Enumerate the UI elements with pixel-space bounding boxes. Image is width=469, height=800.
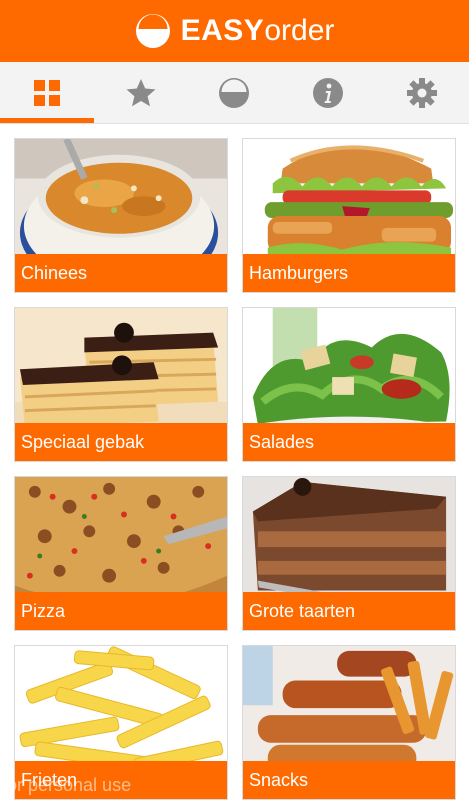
category-label: Pizza — [15, 592, 227, 630]
grid-icon — [33, 79, 60, 106]
category-tile-hamburgers[interactable]: Hamburgers — [242, 138, 456, 293]
info-icon — [313, 77, 344, 108]
tab-settings[interactable] — [375, 62, 469, 123]
gear-icon — [407, 77, 438, 108]
category-label: Salades — [243, 423, 455, 461]
category-tile-speciaal-gebak[interactable]: Speciaal gebak — [14, 307, 228, 462]
category-label: Chinees — [15, 254, 227, 292]
brand-bold: EASY — [180, 14, 265, 47]
app-title: EASY order — [181, 16, 335, 46]
category-label: Speciaal gebak — [15, 423, 227, 461]
category-grid: Chinees Hamburgers Speciaal gebak Salade… — [14, 138, 456, 800]
tab-order[interactable] — [188, 62, 282, 123]
category-label: Snacks — [243, 761, 455, 799]
tab-info[interactable] — [281, 62, 375, 123]
star-icon — [126, 78, 156, 106]
tab-favorites[interactable] — [94, 62, 188, 123]
logo-icon — [135, 14, 170, 48]
tab-bar — [0, 62, 469, 124]
category-tile-pizza[interactable]: Pizza — [14, 476, 228, 631]
watermark-text: for personal use — [2, 775, 132, 795]
category-tile-grote-taarten[interactable]: Grote taarten — [242, 476, 456, 631]
brand-light: order — [264, 14, 335, 47]
category-tile-snacks[interactable]: Snacks — [242, 645, 456, 800]
category-label: Grote taarten — [243, 592, 455, 630]
half-circle-icon — [219, 77, 250, 108]
category-tile-salades[interactable]: Salades — [242, 307, 456, 462]
app-header: EASY order — [0, 0, 469, 62]
tab-categories[interactable] — [0, 62, 94, 123]
category-tile-chinees[interactable]: Chinees — [14, 138, 228, 293]
category-label: Hamburgers — [243, 254, 455, 292]
